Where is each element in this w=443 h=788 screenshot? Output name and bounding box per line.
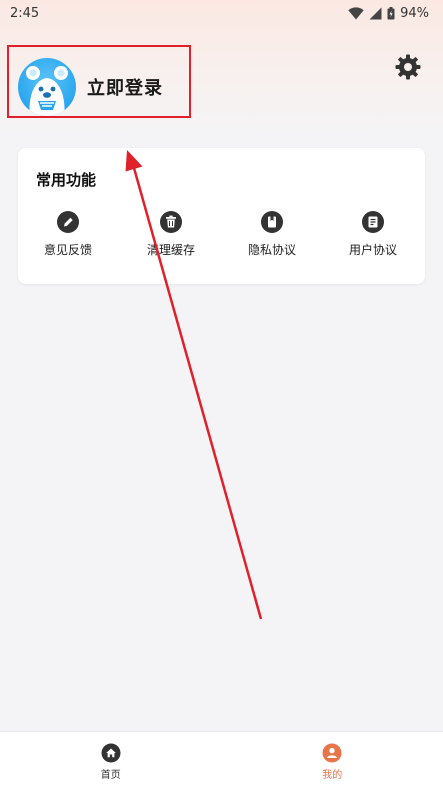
privacy-policy-button[interactable]: 隐私协议 (222, 210, 322, 258)
user-agreement-label: 用户协议 (348, 243, 397, 257)
privacy-policy-label: 隐私协议 (247, 243, 296, 257)
trash-icon (160, 211, 182, 233)
tab-mine[interactable]: 我的 (222, 732, 443, 788)
battery-percent: 94% (400, 5, 429, 21)
status-icons: 94% (348, 6, 429, 21)
bookmark-icon (261, 211, 283, 233)
user-agreement-button[interactable]: 用户协议 (323, 210, 423, 258)
pencil-icon (57, 211, 79, 233)
card-title: 常用功能 (36, 171, 97, 189)
signal-icon (369, 7, 382, 19)
home-icon (101, 743, 121, 763)
annotation-highlight-box (7, 45, 191, 118)
common-functions-card: 常用功能 意见反馈 清理缓存 隐私协议 用户协议 (18, 148, 425, 284)
tab-home-label: 首页 (100, 770, 121, 781)
feedback-label: 意见反馈 (43, 243, 92, 257)
user-icon (322, 743, 342, 763)
clear-cache-label: 清理缓存 (146, 243, 195, 257)
status-bar: 2:45 94% (0, 0, 443, 26)
document-icon (362, 211, 384, 233)
tab-home[interactable]: 首页 (0, 732, 222, 788)
battery-icon (387, 6, 395, 19)
gear-icon (395, 54, 421, 80)
tab-mine-label: 我的 (322, 770, 343, 781)
feedback-button[interactable]: 意见反馈 (18, 210, 118, 258)
wifi-icon (348, 6, 364, 19)
bottom-tab-bar: 首页 我的 (0, 731, 443, 788)
settings-button[interactable] (394, 53, 422, 81)
status-time: 2:45 (10, 5, 40, 21)
clear-cache-button[interactable]: 清理缓存 (121, 210, 221, 258)
